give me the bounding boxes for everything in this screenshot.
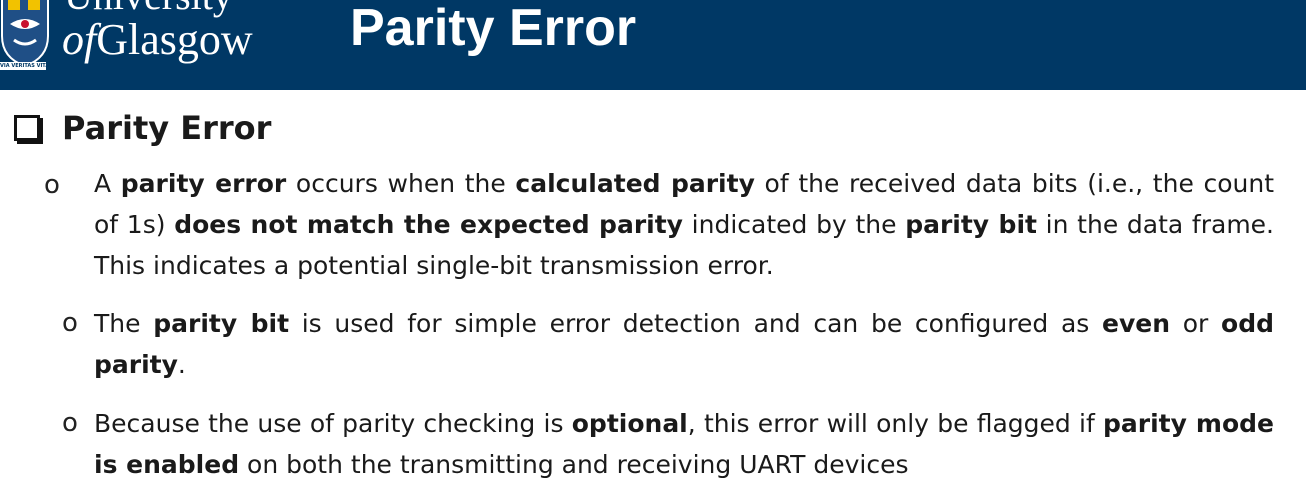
logo-glasgow: Glasgow [96, 15, 253, 64]
checkbox-bullet-icon [14, 115, 40, 141]
bold-text-segment: optional [571, 409, 688, 438]
bold-text-segment: even [1102, 309, 1171, 338]
slide-title: Parity Error [350, 0, 637, 57]
bullet-text-1: A parity error occurs when the calculate… [94, 163, 1274, 286]
bold-text-segment: parity bit [905, 210, 1037, 239]
crest-icon [1, 0, 49, 68]
text-segment: occurs when the [286, 169, 516, 198]
bold-text-segment: calculated parity [515, 169, 755, 198]
logo-of: of [62, 15, 97, 64]
bold-text-segment: parity bit [153, 309, 290, 338]
section-title: Parity Error [62, 109, 272, 147]
logo-line-glasgow: ofGlasgow [62, 18, 253, 62]
slide-header: University ofGlasgow VIA VERITAS VITA Pa… [0, 0, 1306, 90]
bold-text-segment: parity error [120, 169, 287, 198]
bullet-text-2: The parity bit is used for simple error … [94, 303, 1274, 385]
text-segment: The [94, 309, 154, 338]
text-segment: . [177, 350, 186, 379]
text-segment: , this error will only be flagged if [687, 409, 1103, 438]
logo-line-university: University [64, 0, 233, 16]
bullet-marker-2: o [62, 308, 78, 338]
bullet-text-3: Because the use of parity checking is op… [94, 403, 1274, 485]
text-segment: or [1170, 309, 1222, 338]
bold-text-segment: does not match the expected parity [174, 210, 683, 239]
text-segment: Because the use of parity checking is [94, 409, 572, 438]
university-logo: University ofGlasgow VIA VERITAS VITA [0, 0, 290, 76]
section-heading: Parity Error [14, 108, 271, 148]
text-segment: is used for simple error detection and c… [289, 309, 1103, 338]
bullet-marker-1: o [44, 170, 60, 200]
text-segment: on both the transmitting and receiving U… [239, 450, 909, 479]
text-segment: indicated by the [682, 210, 906, 239]
text-segment: A [94, 169, 121, 198]
logo-motto: VIA VERITAS VITA [0, 62, 46, 70]
bullet-marker-3: o [62, 408, 78, 438]
